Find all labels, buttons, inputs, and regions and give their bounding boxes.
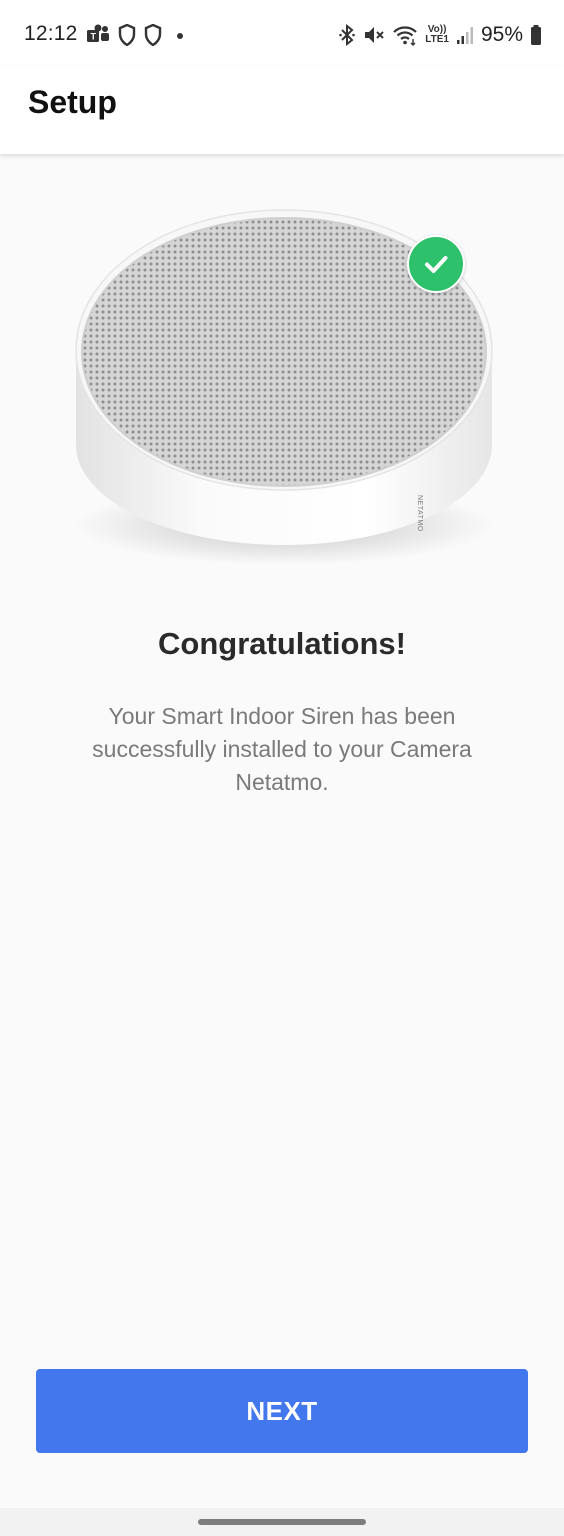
signal-icon	[456, 27, 473, 44]
notification-dot-icon	[177, 33, 183, 39]
bluetooth-icon	[339, 24, 356, 46]
status-bar: 12:12 T Vo)) LTE1 95%	[0, 0, 564, 66]
status-time: 12:12	[24, 22, 78, 45]
congratulations-heading: Congratulations!	[158, 626, 406, 661]
lte-label: LTE1	[425, 34, 449, 45]
teams-icon: T	[87, 24, 109, 42]
battery-icon	[531, 25, 541, 45]
next-button-label: NEXT	[246, 1395, 318, 1426]
navigation-bar	[0, 1508, 564, 1536]
next-button[interactable]: NEXT	[36, 1369, 528, 1453]
wifi-icon	[393, 26, 418, 46]
shield-icon	[144, 24, 162, 46]
mute-icon	[365, 27, 384, 43]
page-title: Setup	[28, 84, 117, 120]
check-icon	[425, 256, 448, 273]
app-bar: Setup	[0, 66, 564, 154]
brand-label: NETATMO	[416, 495, 423, 532]
svg-text:T: T	[91, 32, 97, 42]
volte-icon: Vo)) LTE1	[425, 25, 449, 45]
status-left-icons: T	[86, 22, 188, 48]
battery-percent: 95%	[480, 23, 523, 46]
shield-icon	[118, 24, 136, 46]
success-check-badge	[407, 235, 465, 293]
status-right-icons: Vo)) LTE1 95%	[338, 22, 542, 48]
success-message: Your Smart Indoor Siren has been success…	[92, 703, 472, 795]
home-gesture-handle[interactable]	[198, 1519, 366, 1525]
